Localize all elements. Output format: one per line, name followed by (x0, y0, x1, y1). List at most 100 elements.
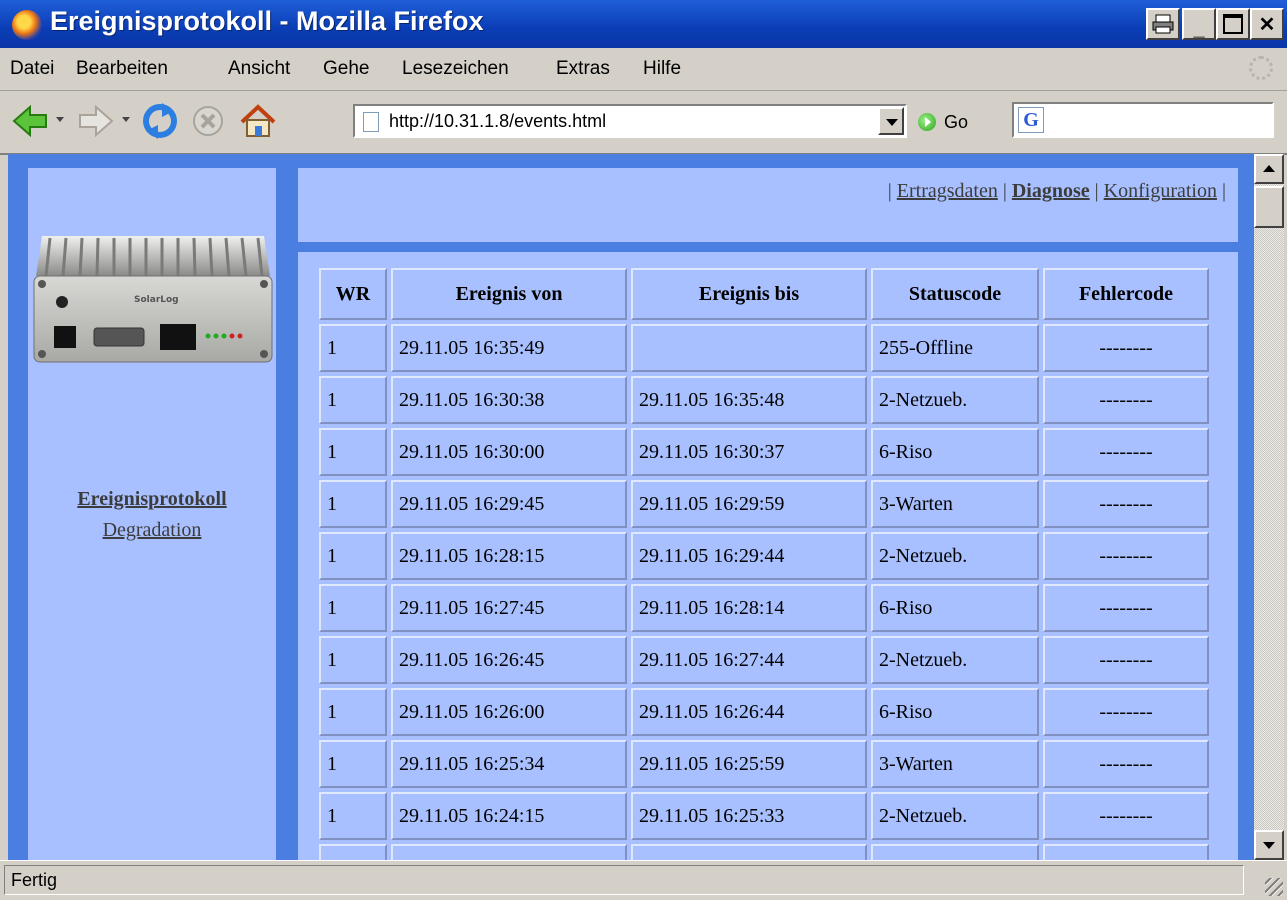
throbber-icon (1249, 56, 1273, 80)
sidebar-nav: Ereignisprotokoll Degradation (28, 484, 276, 546)
go-arrow-icon (918, 113, 936, 131)
cell-ereignis-bis: 29.11.05 16:29:59 (631, 480, 867, 528)
nav-link-konfiguration[interactable]: Konfiguration (1104, 180, 1217, 202)
solarlog-device-image: SolarLog (33, 236, 273, 363)
cell-ereignis-bis: 29.11.05 16:25:59 (631, 740, 867, 788)
window-title: Ereignisprotokoll - Mozilla Firefox (50, 6, 484, 36)
cell-ereignis-bis: 29.11.05 16:29:44 (631, 532, 867, 580)
table-row: 129.11.05 16:23:3029.11.05 16:24:146-Ris… (319, 844, 1209, 860)
cell-ereignis-bis: 29.11.05 16:30:37 (631, 428, 867, 476)
cell-fehlercode: -------- (1043, 428, 1209, 476)
events-table: WR Ereignis von Ereignis bis Statuscode … (315, 264, 1213, 860)
cell-statuscode: 255-Offline (871, 324, 1039, 372)
table-row: 1 29.11.05 16:26:45 29.11.05 16:27:44 2-Net… (319, 636, 1209, 684)
google-icon[interactable]: G (1018, 107, 1044, 133)
menu-datei[interactable]: Datei (10, 58, 54, 80)
nav-separator: | (1094, 180, 1099, 202)
cell-ereignis-von: 29.11.05 16:25:34 (391, 740, 627, 788)
vertical-scrollbar[interactable] (1254, 154, 1284, 860)
cell-ereignis-bis (631, 324, 867, 372)
forward-icon[interactable] (76, 101, 116, 141)
menu-hilfe[interactable]: Hilfe (643, 58, 681, 80)
go-button[interactable]: Go (918, 109, 998, 135)
back-dropdown-icon[interactable] (56, 117, 64, 122)
print-icon[interactable] (1146, 8, 1180, 40)
cell-wr: 1 (319, 844, 387, 860)
cell-fehlercode: -------- (1043, 740, 1209, 788)
cell-ereignis-von: 29.11.05 16:24:15 (391, 792, 627, 840)
menu-bearbeiten[interactable]: Bearbeiten (76, 58, 168, 80)
search-input[interactable]: G (1012, 102, 1274, 138)
stop-icon[interactable] (188, 101, 228, 141)
nav-link-diagnose[interactable]: Diagnose (1012, 180, 1090, 202)
back-icon[interactable] (10, 101, 50, 141)
cell-statuscode: 3-Warten (871, 480, 1039, 528)
table-row: 1 29.11.05 16:30:00 29.11.05 16:30:37 6-Ris… (319, 428, 1209, 476)
page-content: SolarLog Ereignisprotokoll Degradation |… (8, 154, 1254, 860)
cell-ereignis-bis: 29.11.05 16:27:44 (631, 636, 867, 684)
scroll-down-button[interactable] (1254, 830, 1284, 860)
menu-bar: Datei Bearbeiten Ansicht Gehe Lesezeiche… (0, 48, 1287, 91)
table-row: 1 29.11.05 16:35:49 255-Offline -------- (319, 324, 1209, 372)
maximize-button[interactable] (1216, 8, 1250, 40)
nav-separator: | (887, 180, 892, 202)
cell-ereignis-bis: 29.11.05 16:28:14 (631, 584, 867, 632)
scroll-up-button[interactable] (1254, 154, 1284, 184)
cell-statuscode: 6-Riso (871, 844, 1039, 860)
menu-lesezeichen[interactable]: Lesezeichen (402, 58, 509, 80)
cell-statuscode: 2-Netzueb. (871, 792, 1039, 840)
cell-ereignis-bis: 29.11.05 16:25:33 (631, 792, 867, 840)
col-header-ereignis-von: Ereignis von (391, 268, 627, 320)
cell-wr: 1 (319, 636, 387, 684)
cell-wr: 1 (319, 324, 387, 372)
cell-wr: 1 (319, 688, 387, 736)
resize-grip-icon[interactable] (1265, 878, 1283, 896)
url-text[interactable]: http://10.31.1.8/events.html (389, 111, 606, 132)
cell-ereignis-bis: 29.11.05 16:26:44 (631, 688, 867, 736)
top-navigation: | Ertragsdaten | Diagnose | Konfiguratio… (298, 168, 1238, 242)
cell-wr: 1 (319, 792, 387, 840)
menu-ansicht[interactable]: Ansicht (228, 58, 290, 80)
svg-text:SolarLog: SolarLog (134, 295, 179, 305)
nav-link-ertragsdaten[interactable]: Ertragsdaten (897, 180, 998, 202)
cell-ereignis-von: 29.11.05 16:35:49 (391, 324, 627, 372)
table-row: 1 29.11.05 16:25:34 29.11.05 16:25:59 3-War… (319, 740, 1209, 788)
cell-fehlercode: -------- (1043, 532, 1209, 580)
menu-extras[interactable]: Extras (556, 58, 610, 80)
cell-wr: 1 (319, 428, 387, 476)
cell-ereignis-von: 29.11.05 16:26:45 (391, 636, 627, 684)
menu-gehe[interactable]: Gehe (323, 58, 369, 80)
scroll-thumb[interactable] (1254, 186, 1284, 228)
home-icon[interactable] (238, 101, 278, 141)
cell-statuscode: 6-Riso (871, 688, 1039, 736)
minimize-button[interactable]: _ (1182, 8, 1216, 40)
table-row: 1 29.11.05 16:26:00 29.11.05 16:26:44 6-Ris… (319, 688, 1209, 736)
address-bar[interactable]: http://10.31.1.8/events.html (353, 104, 907, 138)
col-header-ereignis-bis: Ereignis bis (631, 268, 867, 320)
sidebar-link-degradation[interactable]: Degradation (28, 515, 276, 546)
cell-statuscode: 3-Warten (871, 740, 1039, 788)
table-header-row: WR Ereignis von Ereignis bis Statuscode … (319, 268, 1209, 320)
cell-wr: 1 (319, 584, 387, 632)
cell-fehlercode: -------- (1043, 688, 1209, 736)
reload-icon[interactable] (140, 101, 180, 141)
table-row: 1 29.11.05 16:27:45 29.11.05 16:28:14 6-Ris… (319, 584, 1209, 632)
cell-ereignis-von: 29.11.05 16:29:45 (391, 480, 627, 528)
cell-ereignis-bis: 29.11.05 16:24:14 (631, 844, 867, 860)
title-bar[interactable]: Ereignisprotokoll - Mozilla Firefox _ ✕ (0, 0, 1287, 48)
address-dropdown-button[interactable] (878, 107, 904, 135)
status-text: Fertig (4, 865, 1244, 895)
cell-wr: 1 (319, 740, 387, 788)
sidebar-link-ereignisprotokoll[interactable]: Ereignisprotokoll (28, 484, 276, 515)
cell-ereignis-von: 29.11.05 16:26:00 (391, 688, 627, 736)
main-panel: WR Ereignis von Ereignis bis Statuscode … (298, 252, 1238, 860)
cell-statuscode: 2-Netzueb. (871, 532, 1039, 580)
firefox-icon (12, 10, 42, 40)
cell-fehlercode: -------- (1043, 324, 1209, 372)
close-button[interactable]: ✕ (1250, 8, 1284, 40)
cell-ereignis-von: 29.11.05 16:23:30 (391, 844, 627, 860)
forward-dropdown-icon[interactable] (122, 117, 130, 122)
cell-fehlercode: -------- (1043, 636, 1209, 684)
go-label: Go (944, 111, 969, 132)
table-row: 1 29.11.05 16:30:38 29.11.05 16:35:48 2-Net… (319, 376, 1209, 424)
